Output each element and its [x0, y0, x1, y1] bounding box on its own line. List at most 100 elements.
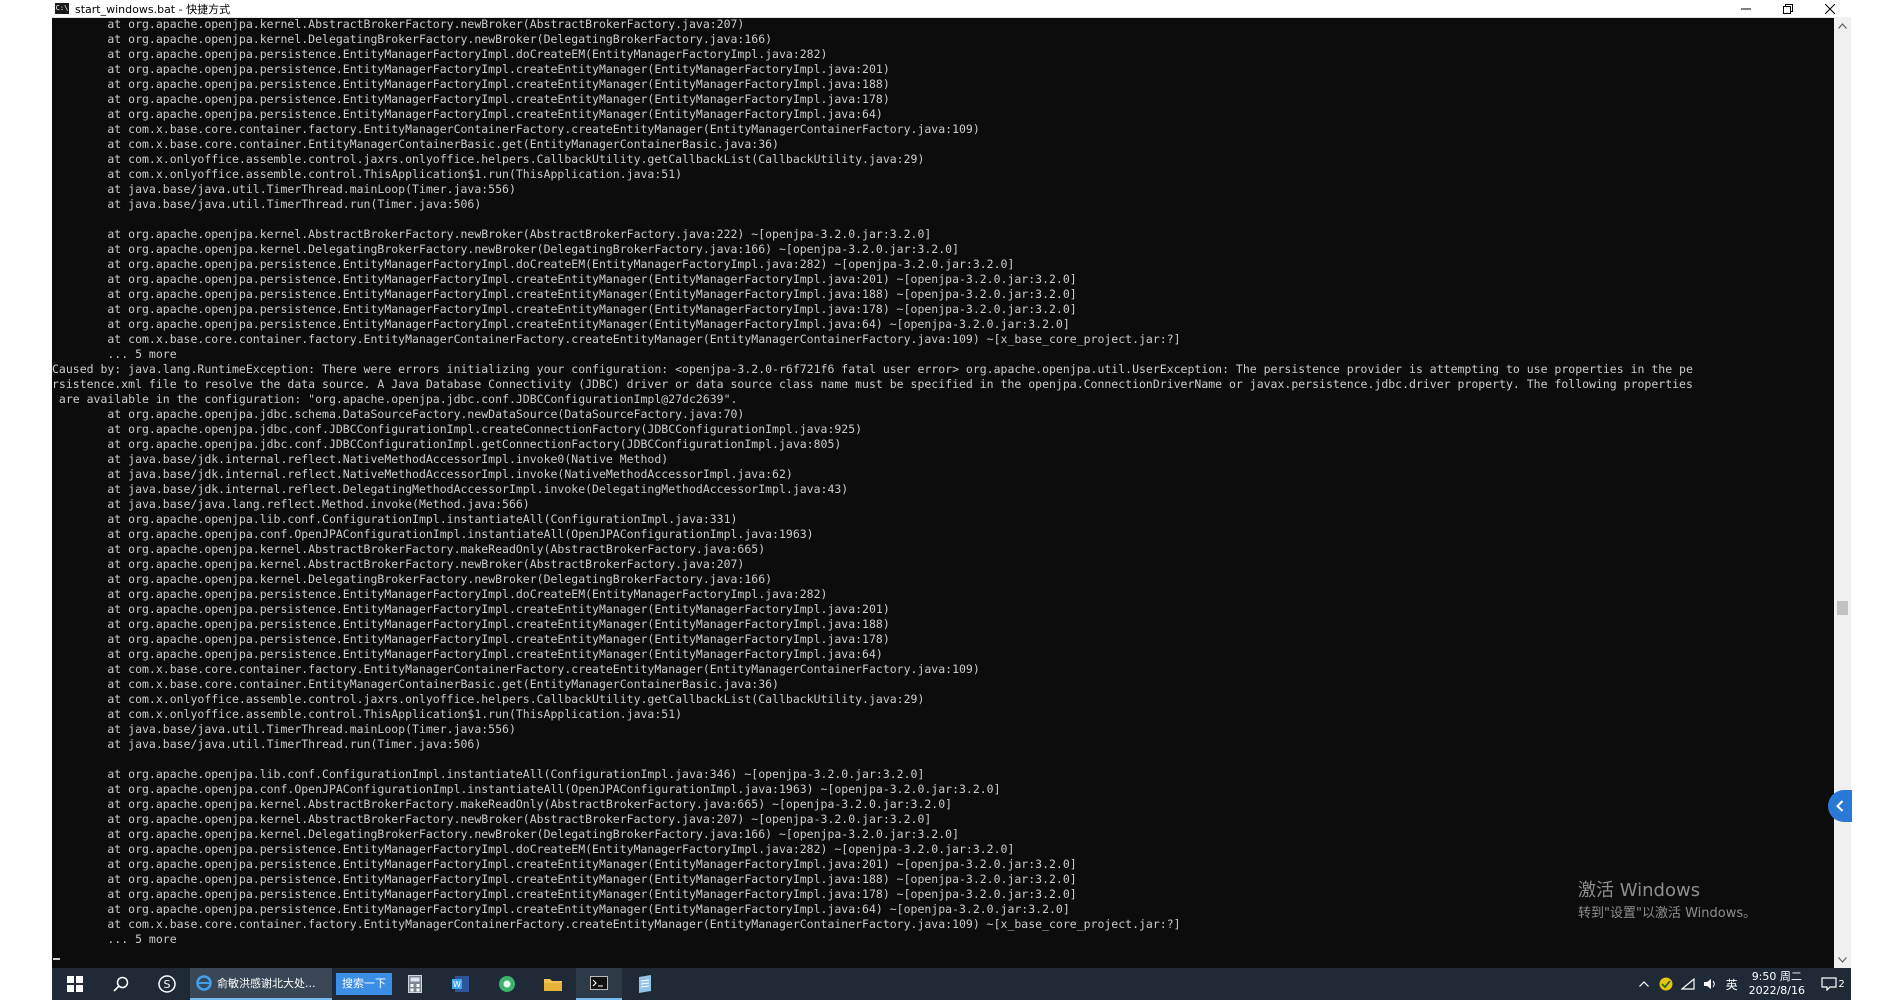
- console-line: at com.x.onlyoffice.assemble.control.Thi…: [52, 167, 683, 181]
- text-cursor: [53, 958, 60, 960]
- window-titlebar[interactable]: C:\ start_windows.bat - 快捷方式: [52, 0, 1851, 18]
- taskbar-cmd[interactable]: [576, 968, 622, 1000]
- tray-app-icon[interactable]: [1655, 968, 1677, 1000]
- scroll-thumb[interactable]: [1837, 601, 1848, 615]
- taskbar: S 俞敏洪感谢北大处... 搜索一下 W 英 9:50 周二 2022/8/16…: [52, 968, 1851, 1000]
- windows-logo-icon: [67, 976, 83, 992]
- notepad-icon: [639, 975, 651, 993]
- taskbar-notepad[interactable]: [622, 968, 668, 1000]
- console-line: at org.apache.openjpa.jdbc.conf.JDBCConf…: [52, 422, 863, 436]
- minimize-button[interactable]: [1725, 0, 1767, 17]
- console-line: at org.apache.openjpa.persistence.Entity…: [52, 632, 890, 646]
- desktop-left-strip: [0, 0, 52, 1000]
- console-line: at org.apache.openjpa.kernel.AbstractBro…: [52, 17, 745, 31]
- notification-count: 2: [1838, 978, 1845, 990]
- clock-time: 9:50 周二: [1751, 970, 1802, 983]
- chevron-up-icon: [1838, 22, 1847, 29]
- console-line: at com.x.base.core.container.factory.Ent…: [52, 332, 1181, 346]
- notification-center-button[interactable]: 2: [1815, 968, 1851, 1000]
- console-line: at org.apache.openjpa.persistence.Entity…: [52, 587, 828, 601]
- console-line: at com.x.onlyoffice.assemble.control.Thi…: [52, 707, 683, 721]
- console-line: are available in the configuration: "org…: [52, 392, 738, 406]
- console-lines: at org.apache.openjpa.kernel.AbstractBro…: [52, 17, 1834, 947]
- console-line: at org.apache.openjpa.kernel.DelegatingB…: [52, 242, 959, 256]
- console-line: at org.apache.openjpa.persistence.Entity…: [52, 602, 890, 616]
- console-line: at org.apache.openjpa.persistence.Entity…: [52, 857, 1077, 871]
- console-output[interactable]: at org.apache.openjpa.kernel.AbstractBro…: [52, 17, 1834, 968]
- vertical-scrollbar[interactable]: [1834, 17, 1851, 968]
- console-window: C:\ start_windows.bat - 快捷方式 at org.apac…: [52, 0, 1851, 968]
- console-line: at org.apache.openjpa.persistence.Entity…: [52, 287, 1077, 301]
- folder-icon: [544, 979, 562, 991]
- console-line: ... 5 more: [52, 932, 177, 946]
- search-icon: [113, 976, 129, 992]
- console-line: at org.apache.openjpa.kernel.AbstractBro…: [52, 227, 932, 241]
- console-line: at org.apache.openjpa.persistence.Entity…: [52, 62, 890, 76]
- console-line: at org.apache.openjpa.kernel.AbstractBro…: [52, 557, 745, 571]
- desktop-right-strip: [1851, 0, 1904, 1000]
- console-line: at com.x.base.core.container.factory.Ent…: [52, 662, 980, 676]
- taskbar-file-explorer[interactable]: [530, 968, 576, 1000]
- scroll-down-button[interactable]: [1834, 951, 1851, 968]
- console-line: at org.apache.openjpa.kernel.AbstractBro…: [52, 812, 932, 826]
- console-line: at org.apache.openjpa.persistence.Entity…: [52, 92, 890, 106]
- start-button[interactable]: [52, 968, 98, 1000]
- console-line: at java.base/java.util.TimerThread.run(T…: [52, 197, 482, 211]
- console-line: at org.apache.openjpa.jdbc.conf.JDBCConf…: [52, 437, 842, 451]
- s-logo-icon: S: [158, 975, 176, 993]
- console-line: at org.apache.openjpa.persistence.Entity…: [52, 77, 890, 91]
- window-title: start_windows.bat - 快捷方式: [75, 2, 231, 16]
- restore-button[interactable]: [1767, 0, 1809, 17]
- console-line: at org.apache.openjpa.lib.conf.Configura…: [52, 512, 738, 526]
- network-button[interactable]: [1677, 968, 1699, 1000]
- search-once-button[interactable]: 搜索一下: [336, 973, 392, 995]
- console-line: rsistence.xml file to resolve the data s…: [52, 377, 1693, 391]
- taskbar-word[interactable]: W: [438, 968, 484, 1000]
- chevron-left-icon: [1836, 800, 1844, 812]
- console-line: at org.apache.openjpa.jdbc.schema.DataSo…: [52, 407, 745, 421]
- search-button[interactable]: [98, 968, 144, 1000]
- console-line: at org.apache.openjpa.persistence.Entity…: [52, 107, 883, 121]
- close-button[interactable]: [1809, 0, 1851, 17]
- console-line: at org.apache.openjpa.persistence.Entity…: [52, 647, 883, 661]
- console-line: at org.apache.openjpa.persistence.Entity…: [52, 842, 1015, 856]
- tray-overflow-button[interactable]: [1633, 968, 1655, 1000]
- console-line: Caused by: java.lang.RuntimeException: T…: [52, 362, 1693, 376]
- close-icon: [1825, 3, 1835, 14]
- console-line: at java.base/jdk.internal.reflect.Native…: [52, 452, 669, 466]
- console-line: at java.base/java.lang.reflect.Method.in…: [52, 497, 530, 511]
- wifi-icon: [1680, 978, 1695, 990]
- system-tray: 英 9:50 周二 2022/8/16 2: [1633, 968, 1851, 1000]
- console-line: at org.apache.openjpa.persistence.Entity…: [52, 872, 1077, 886]
- notification-icon: [1821, 977, 1837, 991]
- taskbar-ie-window[interactable]: 俞敏洪感谢北大处...: [190, 968, 332, 1000]
- taskbar-calculator[interactable]: [392, 968, 438, 1000]
- console-line: at org.apache.openjpa.persistence.Entity…: [52, 272, 1077, 286]
- terminal-icon: [590, 976, 608, 990]
- console-line: at java.base/java.util.TimerThread.run(T…: [52, 737, 482, 751]
- console-line: at org.apache.openjpa.persistence.Entity…: [52, 257, 1015, 271]
- taskbar-browser[interactable]: [484, 968, 530, 1000]
- console-line: at org.apache.openjpa.persistence.Entity…: [52, 302, 1077, 316]
- restore-icon: [1783, 3, 1793, 14]
- console-line: at com.x.base.core.container.factory.Ent…: [52, 122, 980, 136]
- cmd-icon: C:\: [55, 3, 69, 14]
- console-line: at java.base/java.util.TimerThread.mainL…: [52, 182, 516, 196]
- app-icon-s[interactable]: S: [144, 968, 190, 1000]
- activate-windows-watermark: 激活 Windows 转到"设置"以激活 Windows。: [1578, 880, 1756, 923]
- clock-date: 2022/8/16: [1748, 984, 1805, 997]
- scroll-up-button[interactable]: [1834, 17, 1851, 34]
- calculator-icon: [408, 975, 422, 993]
- ie-window-label: 俞敏洪感谢北大处...: [217, 977, 316, 990]
- clock[interactable]: 9:50 周二 2022/8/16: [1749, 970, 1805, 998]
- svg-text:W: W: [453, 980, 461, 989]
- volume-button[interactable]: [1699, 968, 1721, 1000]
- window-controls: [1725, 0, 1851, 17]
- chevron-down-icon: [1838, 956, 1847, 963]
- console-line: at com.x.base.core.container.EntityManag…: [52, 137, 779, 151]
- input-method-button[interactable]: 英: [1721, 968, 1743, 1000]
- chevron-up-icon: [1638, 981, 1649, 987]
- side-panel-toggle[interactable]: [1828, 790, 1852, 822]
